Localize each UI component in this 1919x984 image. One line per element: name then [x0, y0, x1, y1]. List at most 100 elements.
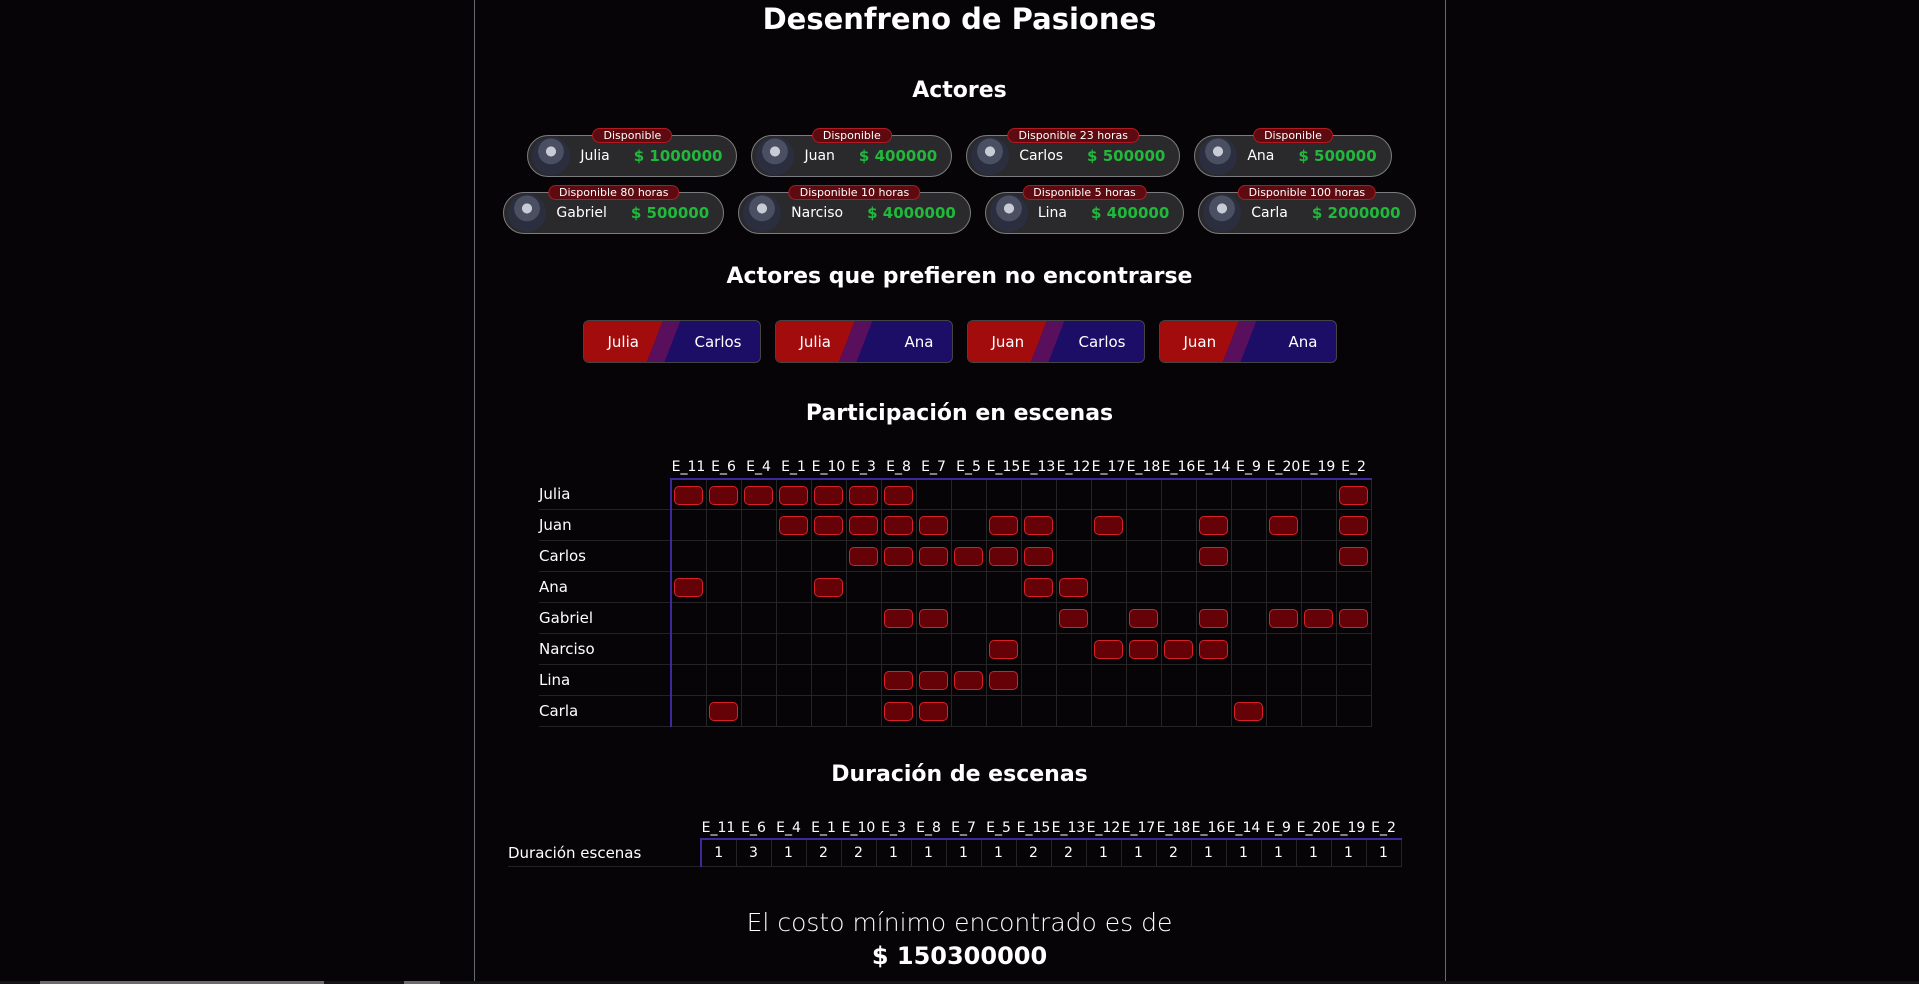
availability-badge: Disponible 10 horas: [788, 185, 921, 200]
duration-value: 1: [980, 838, 1017, 867]
participation-cell: [775, 509, 812, 541]
participation-cell: [1195, 571, 1232, 603]
table-corner: [539, 455, 671, 479]
participation-cell: [1195, 695, 1232, 727]
actor-card: Disponible 23 horas Carlos $ 500000: [966, 128, 1181, 177]
scene-header: E_1: [776, 455, 811, 480]
participation-cell: [1335, 509, 1372, 541]
duration-value: 1: [1260, 838, 1297, 867]
actor-name: Carla: [1251, 205, 1288, 221]
scene-header: E_11: [701, 818, 736, 840]
participation-cell: [810, 478, 847, 510]
participation-cell: [740, 509, 777, 541]
participation-actor-label: Gabriel: [539, 602, 672, 634]
scene-header: E_14: [1226, 818, 1261, 840]
participation-chip: [884, 671, 913, 690]
duration-value: 1: [1365, 838, 1402, 867]
participation-row: Gabriel: [539, 602, 1372, 634]
participation-cell: [1055, 509, 1092, 541]
participation-cell: [1300, 571, 1337, 603]
participation-chip: [814, 578, 843, 597]
participation-row: Carla: [539, 695, 1372, 727]
scene-header: E_2: [1366, 818, 1401, 840]
actor-name: Carlos: [1019, 148, 1064, 164]
scene-header: E_19: [1301, 455, 1336, 480]
actor-avatar: [743, 194, 782, 232]
participation-cell: [1055, 695, 1092, 727]
participation-cell: [1125, 602, 1162, 634]
scene-header: E_14: [1196, 455, 1231, 480]
participation-chip: [919, 702, 948, 721]
participation-cell: [1160, 571, 1197, 603]
actor-cost: $ 2000000: [1311, 204, 1401, 222]
participation-cell: [1265, 509, 1302, 541]
participation-cell: [1160, 695, 1197, 727]
participation-cell: [950, 540, 987, 572]
participation-chip: [1024, 547, 1053, 566]
duration-value: 1: [770, 838, 807, 867]
participation-cell: [1055, 571, 1092, 603]
participation-cell: [1230, 478, 1267, 510]
participation-cell: [845, 695, 882, 727]
participation-chip: [709, 485, 738, 505]
participation-chip: [989, 547, 1018, 566]
scene-header: E_20: [1266, 455, 1301, 480]
scene-header: E_5: [981, 818, 1016, 840]
participation-chip: [1024, 578, 1053, 597]
participation-cell: [1090, 602, 1127, 634]
table-corner: [508, 818, 701, 839]
scene-header: E_7: [916, 455, 951, 480]
participation-cell: [880, 478, 917, 510]
participation-chip: [1094, 516, 1123, 535]
scene-header: E_18: [1126, 455, 1161, 480]
participation-cell: [775, 478, 812, 510]
participation-cell: [740, 602, 777, 634]
participation-cell: [1195, 478, 1232, 510]
participation-chip: [1094, 640, 1123, 659]
participation-cell: [1125, 633, 1162, 665]
participation-cell: [1335, 540, 1372, 572]
scene-header: E_10: [811, 455, 846, 480]
participation-cell: [670, 602, 707, 634]
participation-cell: [1230, 695, 1267, 727]
actor-cost: $ 500000: [630, 204, 710, 222]
participation-actor-label: Narciso: [539, 633, 672, 665]
participation-cell: [775, 540, 812, 572]
scene-header: E_8: [911, 818, 946, 840]
duration-value: 2: [1050, 838, 1087, 867]
scene-header: E_4: [741, 455, 776, 480]
duration-value: 1: [910, 838, 947, 867]
participation-cell: [1090, 695, 1127, 727]
participation-cell: [845, 478, 882, 510]
participation-cell: [950, 695, 987, 727]
participation-actor-label: Carlos: [539, 540, 672, 572]
participation-cell: [1090, 664, 1127, 696]
participation-chip: [674, 578, 704, 597]
participation-cell: [950, 664, 987, 696]
participation-cell: [985, 695, 1022, 727]
scene-header: E_6: [706, 455, 741, 480]
scene-header: E_11: [671, 455, 706, 480]
participation-actor-label: Ana: [539, 571, 672, 603]
participation-cell: [670, 664, 707, 696]
participation-cell: [1020, 571, 1057, 603]
participation-cell: [985, 540, 1022, 572]
participation-cell: [915, 633, 952, 665]
scene-header: E_7: [946, 818, 981, 840]
participation-cell: [810, 633, 847, 665]
participation-cell: [950, 571, 987, 603]
participation-cell: [1265, 664, 1302, 696]
actor-name: Lina: [1037, 205, 1067, 221]
participation-chip: [919, 516, 948, 535]
participation-chip: [1269, 609, 1298, 628]
participation-cell: [740, 478, 777, 510]
participation-cell: [1055, 633, 1092, 665]
participation-chip: [1339, 485, 1368, 505]
participation-cell: [1055, 478, 1092, 510]
scene-header: E_9: [1231, 455, 1266, 480]
participation-chip: [989, 640, 1018, 659]
participation-cell: [1160, 602, 1197, 634]
participation-chip: [1234, 702, 1263, 721]
participation-chip: [849, 516, 878, 535]
participation-chip: [1129, 609, 1158, 628]
